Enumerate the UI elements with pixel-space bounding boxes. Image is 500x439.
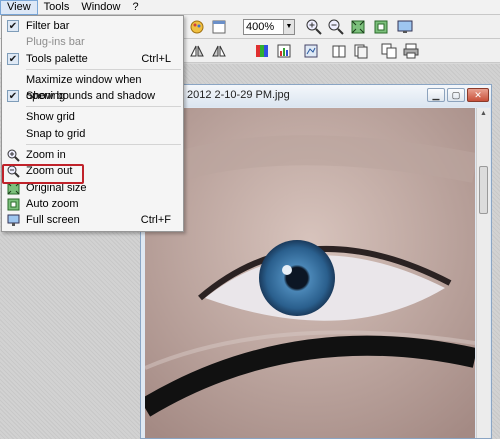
menu-item-maximize-window[interactable]: Maximize window when opening (2, 72, 183, 102)
close-button[interactable]: ✕ (467, 88, 489, 102)
menu-separator (26, 106, 181, 108)
menu-separator (26, 144, 181, 146)
full-screen-icon (7, 214, 20, 227)
minimize-button[interactable]: ▁ (427, 88, 445, 102)
view-menu-dropdown: ✔ Filter bar Plug-ins bar ✔ Tools palett… (1, 15, 184, 232)
menu-help[interactable]: ? (126, 0, 144, 15)
menu-item-plugins-bar: Plug-ins bar (2, 34, 183, 50)
image-window-titlebar[interactable]: 2012 2-10-29 PM.jpg ▁ ▢ ✕ (141, 85, 491, 107)
image-window[interactable]: 2012 2-10-29 PM.jpg ▁ ▢ ✕ ▲ (140, 84, 492, 439)
menu-item-label: Full screen (26, 214, 80, 227)
menu-bar: View Tools Window ? (0, 0, 500, 15)
chevron-down-icon[interactable]: ▼ (283, 20, 294, 34)
menu-item-label: Show bounds and shadow (26, 90, 156, 103)
menu-item-tools-palette[interactable]: ✔ Tools palette Ctrl+L (2, 51, 183, 67)
menu-item-label: Snap to grid (26, 127, 86, 140)
menu-item-label: Zoom in (26, 149, 66, 162)
adjust-icon[interactable] (302, 42, 320, 60)
color-balance-icon[interactable] (275, 42, 293, 60)
menu-view[interactable]: View (0, 0, 38, 15)
menu-window[interactable]: Window (75, 0, 126, 15)
menu-item-auto-zoom[interactable]: Auto zoom (2, 196, 183, 212)
menu-item-show-bounds[interactable]: ✔ Show bounds and shadow (2, 88, 183, 104)
colors-icon[interactable] (253, 42, 271, 60)
checkmark-icon: ✔ (7, 90, 19, 103)
zoom-out-toolbar-icon[interactable] (327, 18, 345, 36)
chevron-up-icon[interactable]: ▲ (480, 110, 487, 117)
zoom-select[interactable]: 400% ▼ (243, 19, 295, 35)
scrollbar-thumb[interactable] (479, 166, 488, 214)
print-icon[interactable] (402, 42, 420, 60)
maximize-button[interactable]: ▢ (447, 88, 465, 102)
menu-item-shortcut: Ctrl+L (141, 52, 171, 65)
image-window-title: 2012 2-10-29 PM.jpg (187, 89, 290, 101)
checkmark-icon: ✔ (7, 20, 19, 32)
full-screen-toolbar-icon[interactable] (396, 18, 414, 36)
checkmark-icon: ✔ (7, 52, 19, 65)
zoom-in-highlight-box (2, 164, 84, 184)
copy-icon[interactable] (380, 42, 398, 60)
vertical-scrollbar[interactable]: ▲ (476, 108, 490, 438)
menu-item-shortcut: Ctrl+F (140, 214, 171, 227)
menu-separator (26, 68, 181, 70)
auto-zoom-icon (7, 198, 20, 211)
menu-item-label: Plug-ins bar (26, 36, 85, 49)
palette-icon[interactable] (188, 18, 206, 36)
original-size-toolbar-icon[interactable] (349, 18, 367, 36)
menu-item-zoom-in[interactable]: Zoom in (2, 147, 183, 163)
window-icon[interactable] (210, 18, 228, 36)
menu-item-label: Tools palette (26, 52, 88, 65)
menu-item-show-grid[interactable]: Show grid (2, 109, 183, 125)
menu-item-label: Show grid (26, 111, 75, 124)
menu-item-label: Filter bar (26, 20, 70, 32)
menu-item-snap-to-grid[interactable]: Snap to grid (2, 126, 183, 142)
flip-icon[interactable] (188, 42, 206, 60)
zoom-value: 400% (246, 21, 275, 33)
auto-zoom-toolbar-icon[interactable] (372, 18, 390, 36)
photo-eye-image (145, 108, 475, 438)
pages-icon[interactable] (352, 42, 370, 60)
mirror-icon[interactable] (210, 42, 228, 60)
zoom-in-toolbar-icon[interactable] (305, 18, 323, 36)
menu-tools[interactable]: Tools (38, 0, 76, 15)
menu-item-label: Auto zoom (26, 197, 79, 210)
menu-item-filter-bar[interactable]: ✔ Filter bar (2, 18, 183, 34)
zoom-in-icon (7, 149, 20, 162)
book-icon[interactable] (330, 42, 348, 60)
menu-item-full-screen[interactable]: Full screen Ctrl+F (2, 212, 183, 228)
